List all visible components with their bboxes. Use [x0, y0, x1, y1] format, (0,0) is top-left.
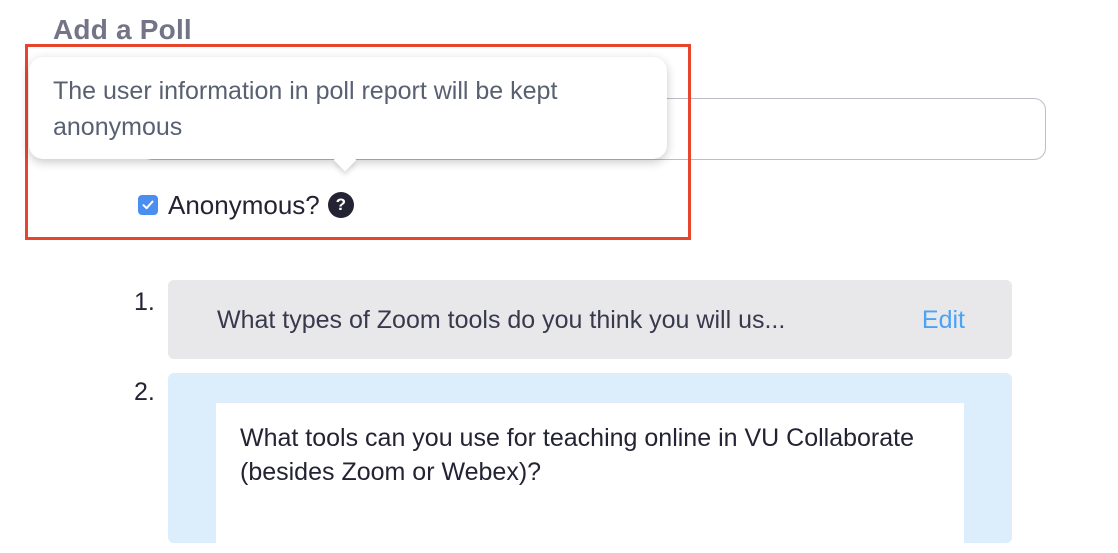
- page-title: Add a Poll: [53, 14, 192, 45]
- question-text-1: What types of Zoom tools do you think yo…: [217, 306, 786, 334]
- anonymous-tooltip: The user information in poll report will…: [29, 57, 667, 159]
- question-card-2: What tools can you use for teaching onli…: [168, 373, 1012, 553]
- question-number-2: 2.: [134, 378, 155, 406]
- help-icon[interactable]: ?: [327, 192, 354, 218]
- question-number-1: 1.: [134, 288, 155, 316]
- tooltip-text: The user information in poll report will…: [53, 77, 558, 141]
- question-text-field-2[interactable]: What tools can you use for teaching onli…: [216, 403, 964, 553]
- checkmark-icon: [142, 200, 154, 210]
- question-card-1[interactable]: What types of Zoom tools do you think yo…: [168, 280, 1012, 359]
- anonymous-checkbox[interactable]: [138, 195, 158, 215]
- edit-question-button[interactable]: Edit: [922, 306, 965, 335]
- anonymous-label: Anonymous?: [168, 189, 320, 220]
- anonymous-option[interactable]: Anonymous? ?: [138, 188, 354, 222]
